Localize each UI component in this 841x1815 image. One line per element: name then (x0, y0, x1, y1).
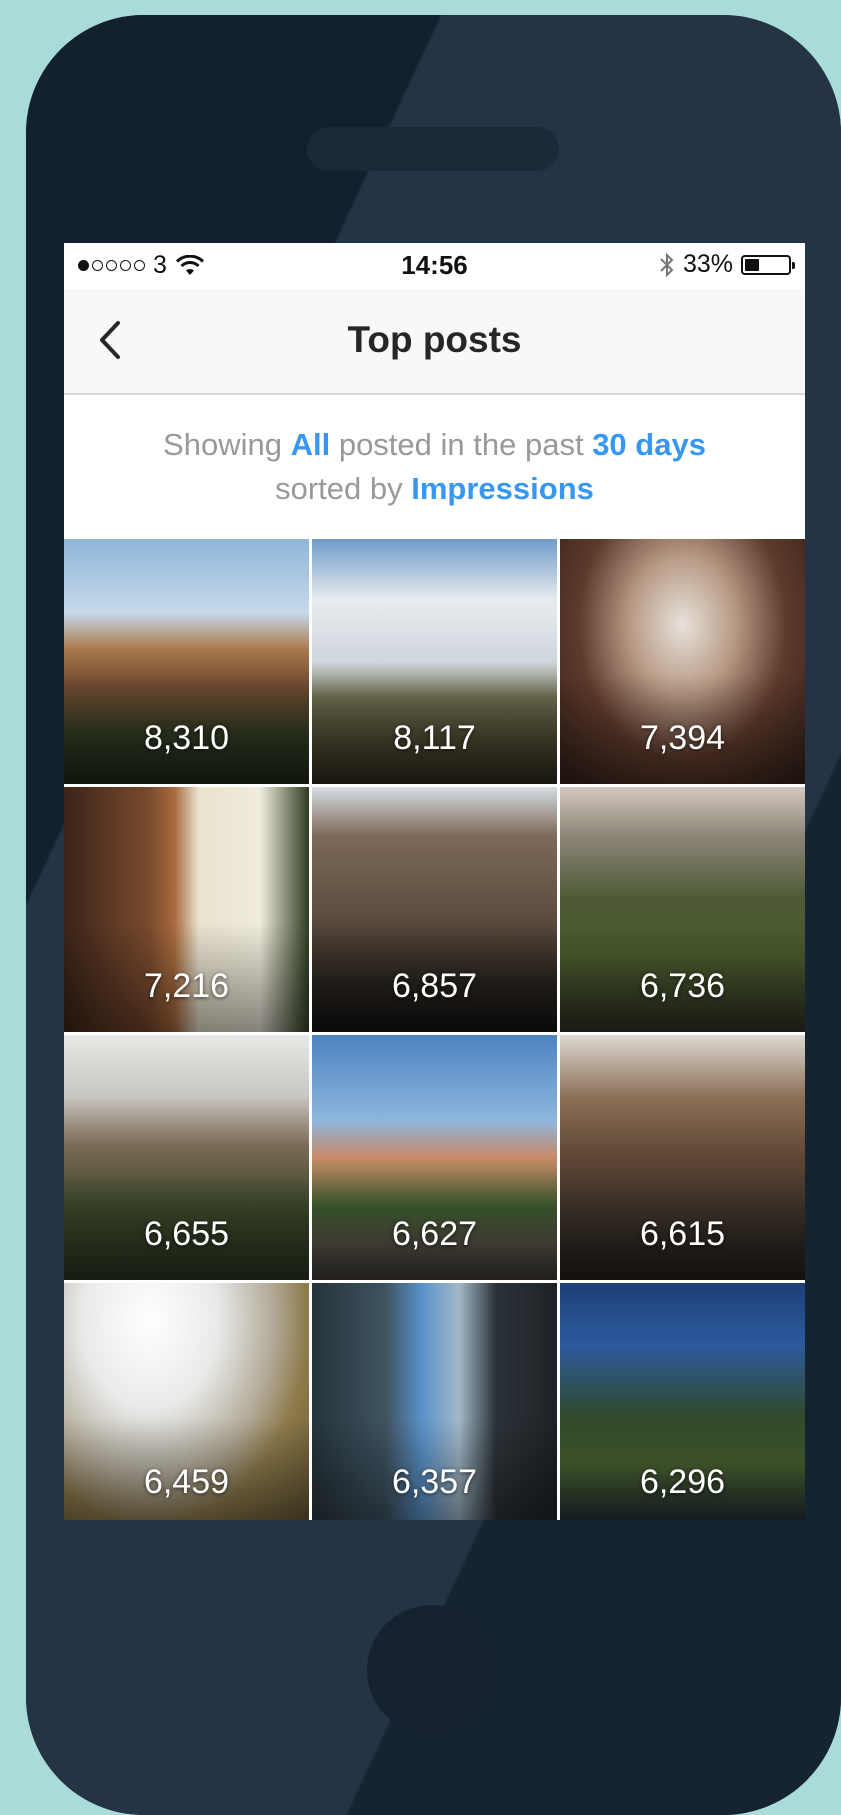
filter-period-link[interactable]: 30 days (592, 427, 706, 462)
post-impressions: 7,394 (639, 719, 726, 757)
app-screen: 3 14:56 33% Top posts Showing All posted… (64, 243, 805, 1520)
post-tile[interactable]: 8,117 (312, 539, 557, 784)
post-tile[interactable]: 7,216 (64, 787, 309, 1032)
post-tile[interactable]: 6,615 (560, 1035, 805, 1280)
battery-percent: 33% (682, 250, 733, 278)
post-impressions: 6,627 (391, 1215, 478, 1253)
speaker-grille (307, 127, 559, 171)
post-tile[interactable]: 6,655 (64, 1035, 309, 1280)
battery-fill (745, 258, 759, 271)
post-tile[interactable]: 6,627 (312, 1035, 557, 1280)
bluetooth-icon (660, 252, 674, 277)
post-tile[interactable]: 6,357 (312, 1283, 557, 1520)
filter-sorted-by: sorted by (275, 471, 403, 506)
post-tile[interactable]: 6,736 (560, 787, 805, 1032)
navigation-bar: Top posts (64, 289, 805, 395)
post-tile[interactable]: 7,394 (560, 539, 805, 784)
post-impressions: 6,615 (639, 1215, 726, 1253)
posts-grid: 8,310 8,117 7,394 7,216 6,857 6,736 6,65… (64, 539, 805, 1520)
battery-icon (741, 254, 795, 275)
post-impressions: 6,655 (143, 1215, 230, 1253)
post-impressions: 6,736 (639, 967, 726, 1005)
post-impressions: 8,117 (393, 719, 476, 757)
filter-content-type-link[interactable]: All (291, 427, 331, 462)
page-title: Top posts (347, 319, 522, 360)
filter-metric-link[interactable]: Impressions (411, 471, 594, 506)
status-right: 33% (659, 250, 795, 279)
status-bar: 3 14:56 33% (64, 243, 805, 289)
filter-summary: Showing All posted in the past 30 days s… (64, 395, 805, 539)
filter-middle: posted in the past (338, 427, 584, 462)
post-tile[interactable]: 6,459 (64, 1283, 309, 1520)
battery-tip (792, 261, 795, 269)
post-tile[interactable]: 6,296 (560, 1283, 805, 1520)
filter-prefix: Showing (163, 427, 282, 462)
home-button[interactable] (367, 1605, 497, 1735)
post-impressions: 6,357 (391, 1463, 478, 1501)
post-tile[interactable]: 8,310 (64, 539, 309, 784)
post-impressions: 7,216 (143, 967, 230, 1005)
post-impressions: 6,296 (639, 1463, 726, 1501)
post-impressions: 6,459 (143, 1463, 230, 1501)
post-impressions: 8,310 (143, 719, 230, 757)
post-tile[interactable]: 6,857 (312, 787, 557, 1032)
post-impressions: 6,857 (391, 967, 478, 1005)
